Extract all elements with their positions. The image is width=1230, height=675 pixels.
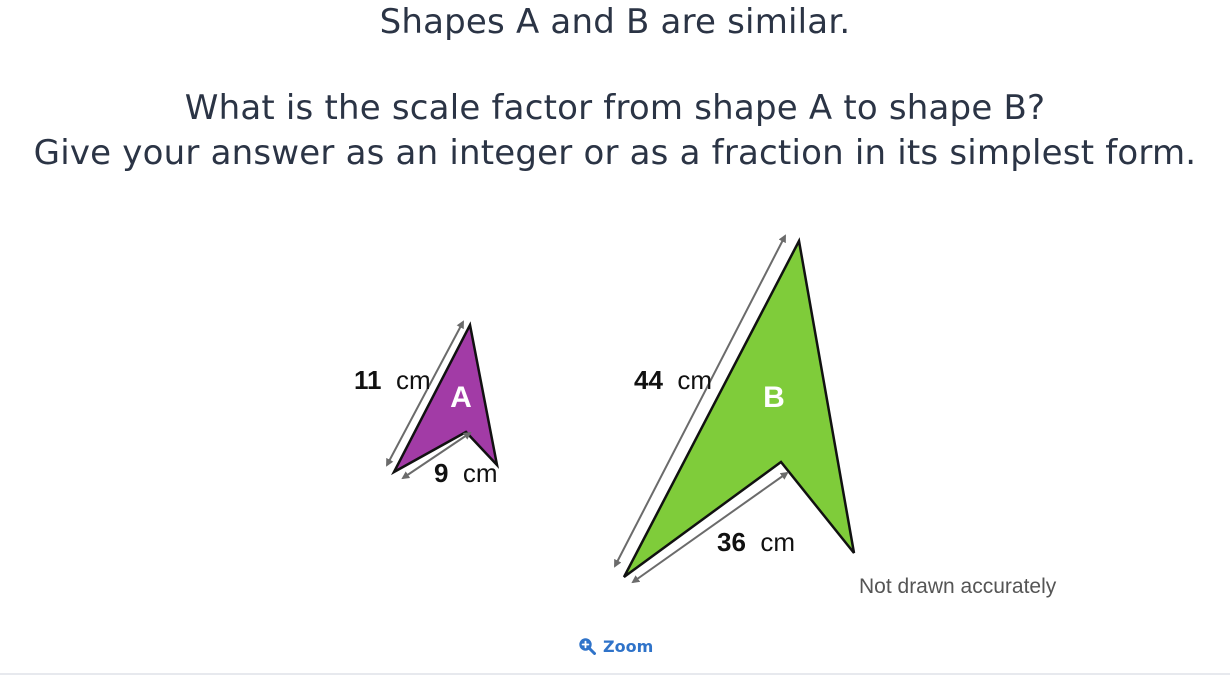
- shape-b-short-side-label: 36 cm: [717, 527, 795, 557]
- not-drawn-accurately-note: Not drawn accurately: [859, 575, 1057, 598]
- shape-a-short-side-unit: cm: [456, 458, 498, 488]
- shape-b-letter: B: [763, 381, 785, 414]
- shape-a-long-side-label: 11 cm: [354, 365, 431, 395]
- shape-b-long-side-unit: cm: [670, 365, 712, 395]
- shape-b-long-side-value: 44: [634, 365, 663, 395]
- shape-b-short-side-unit: cm: [753, 527, 795, 557]
- shape-a: A 11 cm 9 cm: [354, 320, 500, 488]
- shape-b-long-side-label: 44 cm: [634, 365, 712, 395]
- shape-b: B 44 cm 36 cm: [614, 234, 856, 584]
- shape-a-letter: A: [450, 381, 472, 414]
- shape-a-long-side-unit: cm: [389, 365, 431, 395]
- magnifier-plus-icon: [578, 637, 596, 655]
- shape-b-short-side-value: 36: [717, 527, 746, 557]
- shape-a-long-side-value: 11: [354, 365, 382, 395]
- similar-shapes-diagram: A 11 cm 9 cm B 44 cm 36 cm Not drawn acc…: [354, 234, 1057, 598]
- zoom-label: Zoom: [603, 636, 654, 656]
- shape-a-short-side-value: 9: [434, 458, 448, 488]
- shape-a-short-side-label: 9 cm: [434, 458, 498, 488]
- zoom-button[interactable]: Zoom: [578, 633, 653, 659]
